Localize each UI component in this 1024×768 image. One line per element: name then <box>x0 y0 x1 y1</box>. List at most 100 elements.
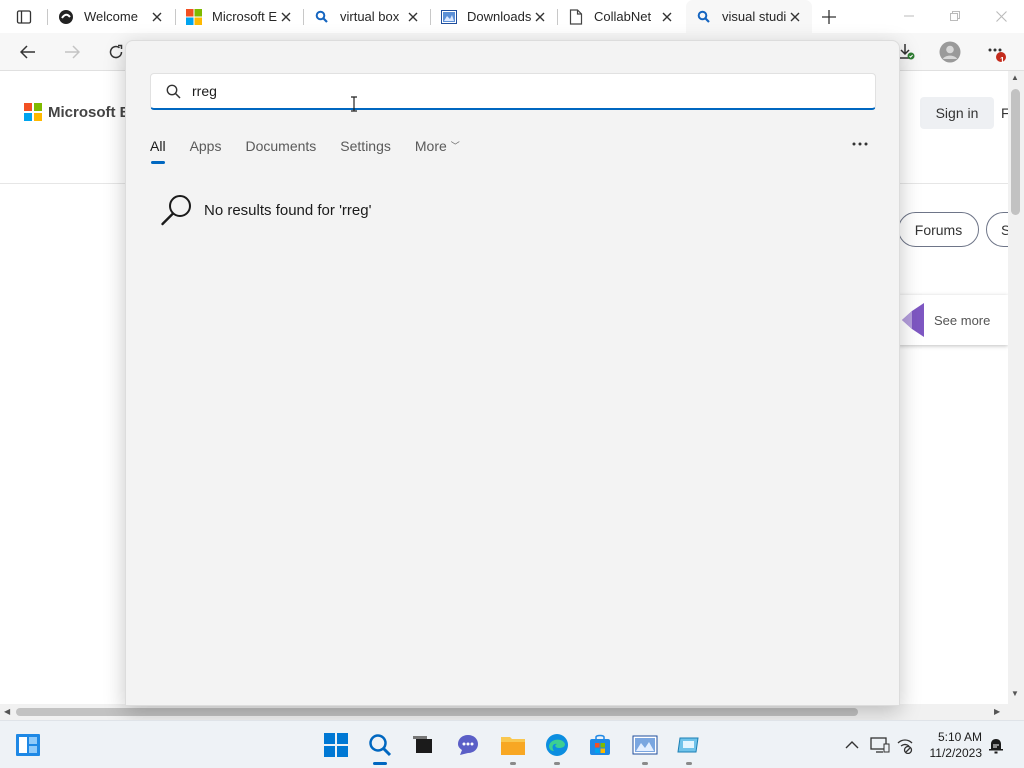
close-icon[interactable] <box>532 9 548 25</box>
scroll-left-icon[interactable]: ◀ <box>4 707 10 716</box>
forward-arrow-icon <box>65 45 80 59</box>
running-indicator <box>642 762 648 765</box>
network-tray-button[interactable] <box>895 735 915 755</box>
back-arrow-icon <box>20 45 35 59</box>
search-filter-tabs: All Apps Documents Settings More ﹀ <box>150 135 484 165</box>
widgets-icon <box>16 734 40 756</box>
system-clock[interactable]: 5:10 AM 11/2/2023 <box>922 729 983 761</box>
restore-button[interactable] <box>932 0 978 32</box>
taskbar-search-button[interactable] <box>365 730 395 765</box>
tab-apps[interactable]: Apps <box>190 135 222 165</box>
display-icon <box>870 737 890 753</box>
tab-visual-studio[interactable]: visual studi <box>686 0 812 33</box>
start-button[interactable] <box>321 730 351 760</box>
scroll-down-icon[interactable]: ▼ <box>1011 689 1019 698</box>
tab-title: Welcome <box>84 9 138 24</box>
virtual-machine-icon <box>677 737 699 753</box>
task-view-icon <box>413 736 432 753</box>
search-icon <box>369 734 392 757</box>
downloads-page-icon <box>441 9 457 25</box>
active-indicator <box>373 762 387 765</box>
search-options-button[interactable] <box>848 133 872 155</box>
tab-more[interactable]: More ﹀ <box>415 135 460 165</box>
search-icon <box>161 195 191 226</box>
tab-virtual-box[interactable]: virtual box <box>304 0 430 33</box>
scroll-up-icon[interactable]: ▲ <box>1011 73 1019 82</box>
horizontal-scrollbar[interactable]: ◀ ▶ <box>0 704 1008 720</box>
display-tray-button[interactable] <box>870 735 890 755</box>
no-results-message: No results found for 'rreg' <box>160 193 371 227</box>
tab-microsoft[interactable]: Microsoft E <box>176 0 303 33</box>
close-icon[interactable] <box>405 9 421 25</box>
chat-button[interactable] <box>453 730 483 760</box>
microsoft-logo-icon <box>24 103 42 121</box>
clock-date: 11/2/2023 <box>929 746 983 760</box>
new-tab-button[interactable] <box>818 6 840 28</box>
browser-tab-strip: Welcome Microsoft E virtual box Download… <box>0 0 1024 33</box>
see-more-card[interactable]: See more <box>898 295 1008 345</box>
sign-in-button[interactable]: Sign in <box>920 97 994 129</box>
forward-button[interactable] <box>58 39 86 65</box>
see-more-label: See more <box>934 312 991 328</box>
running-indicator <box>510 762 516 765</box>
tab-downloads[interactable]: Downloads <box>431 0 557 33</box>
logo-text: Microsoft Bi <box>48 103 135 121</box>
picture-app-icon <box>632 735 658 755</box>
tab-title: Microsoft E <box>212 9 278 24</box>
file-explorer-button[interactable] <box>498 730 528 765</box>
vertical-scrollbar[interactable]: ▲ ▼ <box>1008 71 1024 704</box>
widgets-button[interactable] <box>13 730 43 760</box>
chevron-down-icon: ﹀ <box>450 141 460 151</box>
scroll-right-icon[interactable]: ▶ <box>994 707 1000 716</box>
profile-button[interactable] <box>936 39 964 65</box>
horizontal-scroll-thumb[interactable] <box>16 708 858 716</box>
visual-studio-icon <box>902 303 924 337</box>
running-indicator <box>686 762 692 765</box>
tab-documents[interactable]: Documents <box>245 135 316 165</box>
downloads-app-button[interactable] <box>630 730 660 765</box>
notification-icon <box>989 739 1003 754</box>
document-icon <box>568 8 584 25</box>
refresh-icon <box>109 44 123 59</box>
close-icon <box>995 10 1007 22</box>
remote-app-button[interactable] <box>674 730 704 765</box>
vertical-scroll-thumb[interactable] <box>1011 89 1020 215</box>
avatar-icon <box>939 41 961 63</box>
store-icon <box>590 734 610 755</box>
tab-actions-button[interactable] <box>12 6 36 28</box>
tab-welcome[interactable]: Welcome <box>48 0 174 33</box>
close-icon[interactable] <box>149 9 165 25</box>
minimize-icon <box>904 15 914 17</box>
edge-browser-button[interactable] <box>542 730 572 765</box>
tab-actions-icon <box>16 10 32 24</box>
back-button[interactable] <box>14 39 42 65</box>
store-button[interactable] <box>585 730 615 760</box>
search-input[interactable] <box>192 76 792 106</box>
taskbar: 5:10 AM 11/2/2023 <box>0 720 1024 768</box>
tab-title: CollabNet <box>594 9 652 24</box>
minimize-button[interactable] <box>886 0 932 32</box>
close-icon[interactable] <box>278 9 294 25</box>
running-indicator <box>554 762 560 765</box>
settings-more-button[interactable]: 1 <box>982 39 1010 65</box>
search-icon <box>314 9 330 25</box>
tab-title: virtual box <box>340 9 400 24</box>
close-icon[interactable] <box>659 9 675 25</box>
forums-pill[interactable]: Forums <box>898 212 979 247</box>
close-window-button[interactable] <box>978 0 1024 32</box>
restore-icon <box>950 11 960 21</box>
show-hidden-icons-button[interactable] <box>842 735 862 755</box>
windows-logo-icon <box>324 733 348 757</box>
text-cursor-icon <box>351 96 357 112</box>
task-view-button[interactable] <box>408 730 438 760</box>
tab-more-label: More <box>414 138 447 154</box>
tab-collabnet[interactable]: CollabNet <box>558 0 684 33</box>
tab-settings[interactable]: Settings <box>340 135 391 165</box>
notifications-button[interactable] <box>986 735 1006 755</box>
search-flyout: All Apps Documents Settings More﹀ No res… <box>125 40 900 706</box>
search-box[interactable] <box>150 73 876 110</box>
bing-logo[interactable]: Microsoft Bi <box>24 103 135 121</box>
close-icon[interactable] <box>787 9 803 25</box>
no-results-text: No results found for 'rreg' <box>204 201 372 219</box>
tab-all[interactable]: All <box>150 135 166 165</box>
